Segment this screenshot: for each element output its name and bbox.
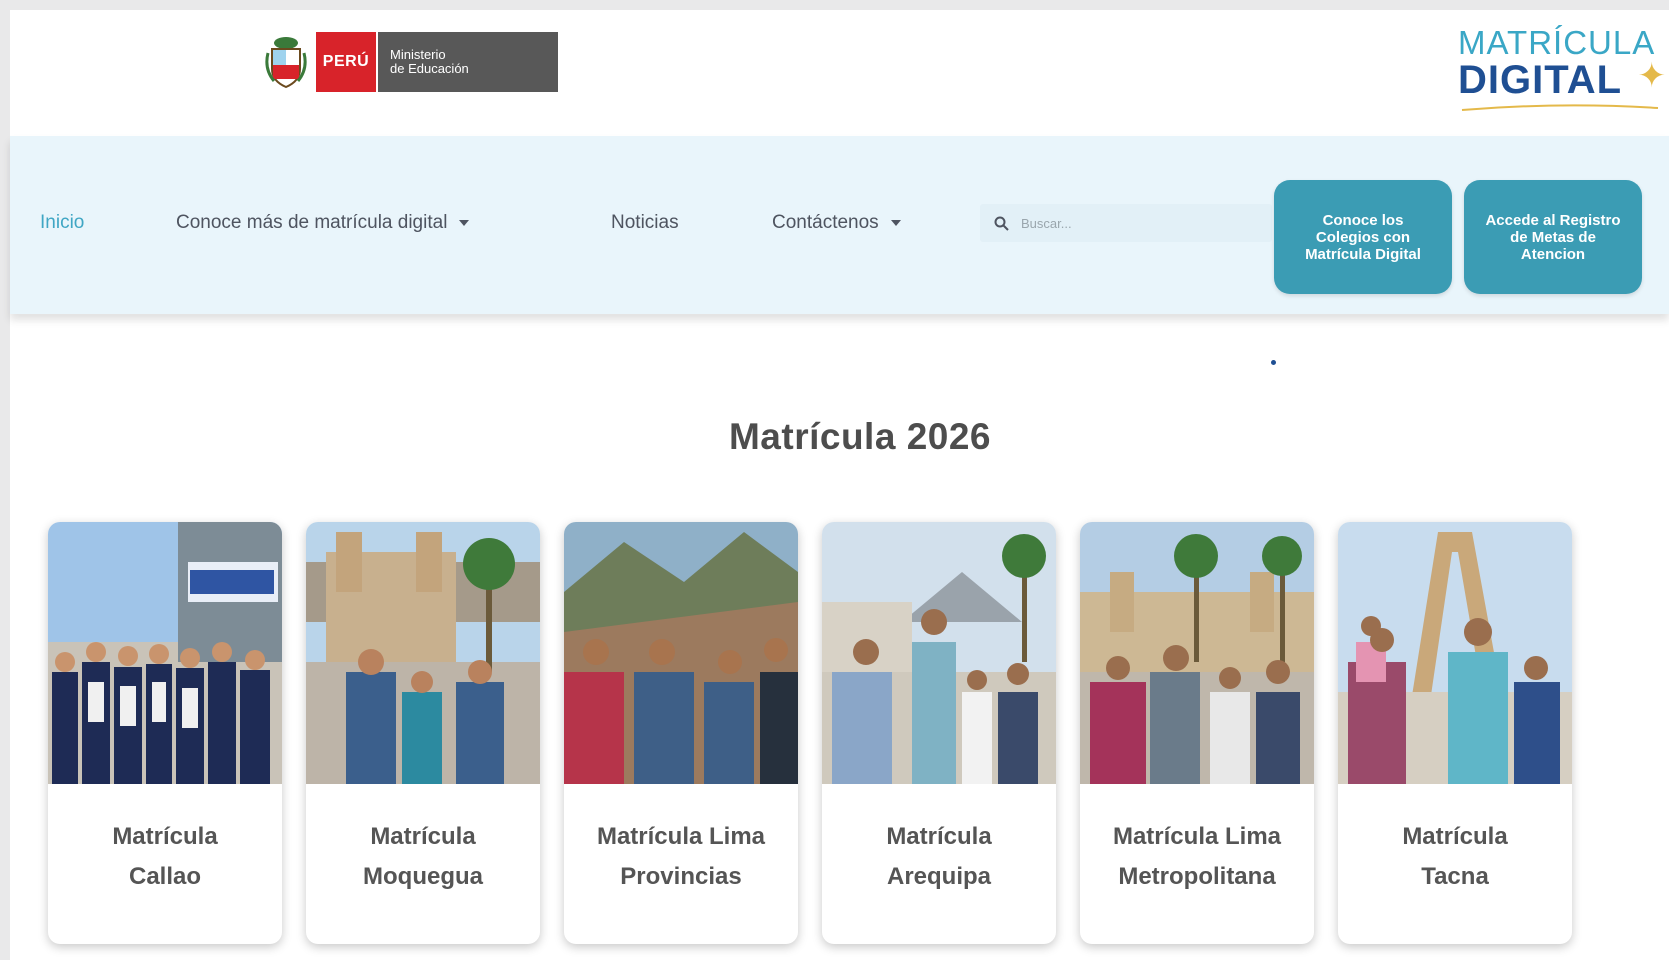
nav-conoce-mas[interactable]: Conoce más de matrícula digital [176,212,470,234]
card-label-line-2: Tacna [1421,863,1489,890]
caret-down-icon [890,220,901,226]
card-label-line-1: Matrícula Lima [1112,823,1282,850]
carousel-dot[interactable] [1271,360,1276,365]
card-arequipa[interactable]: Matrícula Arequipa [822,522,1056,944]
card-label: Matrícula Lima Metropolitana [1090,817,1304,897]
card-label-line-1: Matrícula [886,823,992,850]
card-label-line-1: Matrícula Lima [596,823,766,850]
caret-down-icon [459,220,470,226]
brand-line-2: DIGITAL [1458,58,1623,102]
card-label-line-2: Arequipa [886,863,991,890]
matricula-digital-logo[interactable]: MATRÍCULA DIGITAL ✦ [1458,18,1668,118]
card-photo [822,522,1056,784]
card-lima-provincias[interactable]: Matrícula Lima Provincias [564,522,798,944]
card-label-line-1: Matrícula [1402,823,1508,850]
government-logo[interactable]: PERÚ Ministerio de Educación [264,30,558,94]
metas-button[interactable]: Accede al Registro de Metas de Atencion [1464,180,1642,294]
swoosh-decoration [1461,104,1659,111]
card-label-line-2: Callao [128,863,202,890]
page: PERÚ Ministerio de Educación MATRÍCULA D… [10,10,1669,960]
card-label: Matrícula Moquegua [316,817,530,897]
search-icon [994,216,1009,231]
ministry-line-2: de Educación [390,61,469,76]
nav-inicio[interactable]: Inicio [40,212,84,234]
ministry-line-1: Ministerio [390,47,446,62]
card-photo [48,522,282,784]
coat-of-arms-icon [265,37,307,89]
peru-label: PERÚ [316,32,376,92]
card-label-line-1: Matrícula [370,823,476,850]
card-label-line-2: Provincias [620,863,742,890]
card-photo [306,522,540,784]
card-callao[interactable]: Matrícula Callao [48,522,282,944]
card-label: Matrícula Arequipa [832,817,1046,897]
nav-noticias-label: Noticias [611,212,679,233]
nav-inicio-label: Inicio [40,212,85,233]
card-photo [564,522,798,784]
search-input[interactable] [1019,214,1263,232]
nav-contactenos[interactable]: Contáctenos [772,212,901,234]
star-icon: ✦ [1637,57,1667,95]
card-moquegua[interactable]: Matrícula Moquegua [306,522,540,944]
card-label: Matrícula Tacna [1348,817,1562,897]
nav-noticias[interactable]: Noticias [611,212,679,234]
nav-contactenos-label: Contáctenos [772,212,879,233]
card-label-line-2: Metropolitana [1118,863,1276,890]
colegios-button[interactable]: Conoce los Colegios con Matrícula Digita… [1274,180,1452,294]
site-header: PERÚ Ministerio de Educación MATRÍCULA D… [10,10,1669,134]
nav-conoce-mas-label: Conoce más de matrícula digital [176,212,448,233]
ministry-label: Ministerio de Educación [376,32,558,92]
card-photo [1080,522,1314,784]
card-photo [1338,522,1572,784]
card-label-line-1: Matrícula [112,823,218,850]
card-lima-metropolitana[interactable]: Matrícula Lima Metropolitana [1080,522,1314,944]
search-box[interactable] [980,204,1272,242]
card-label-line-2: Moquegua [363,863,483,890]
section-title: Matrícula 2026 [728,416,992,457]
card-tacna[interactable]: Matrícula Tacna [1338,522,1572,944]
brand-line-1: MATRÍCULA [1458,24,1656,61]
main-navbar: Inicio Conoce más de matrícula digital N… [10,136,1669,314]
card-label: Matrícula Lima Provincias [574,817,788,897]
card-label: Matrícula Callao [58,817,272,897]
